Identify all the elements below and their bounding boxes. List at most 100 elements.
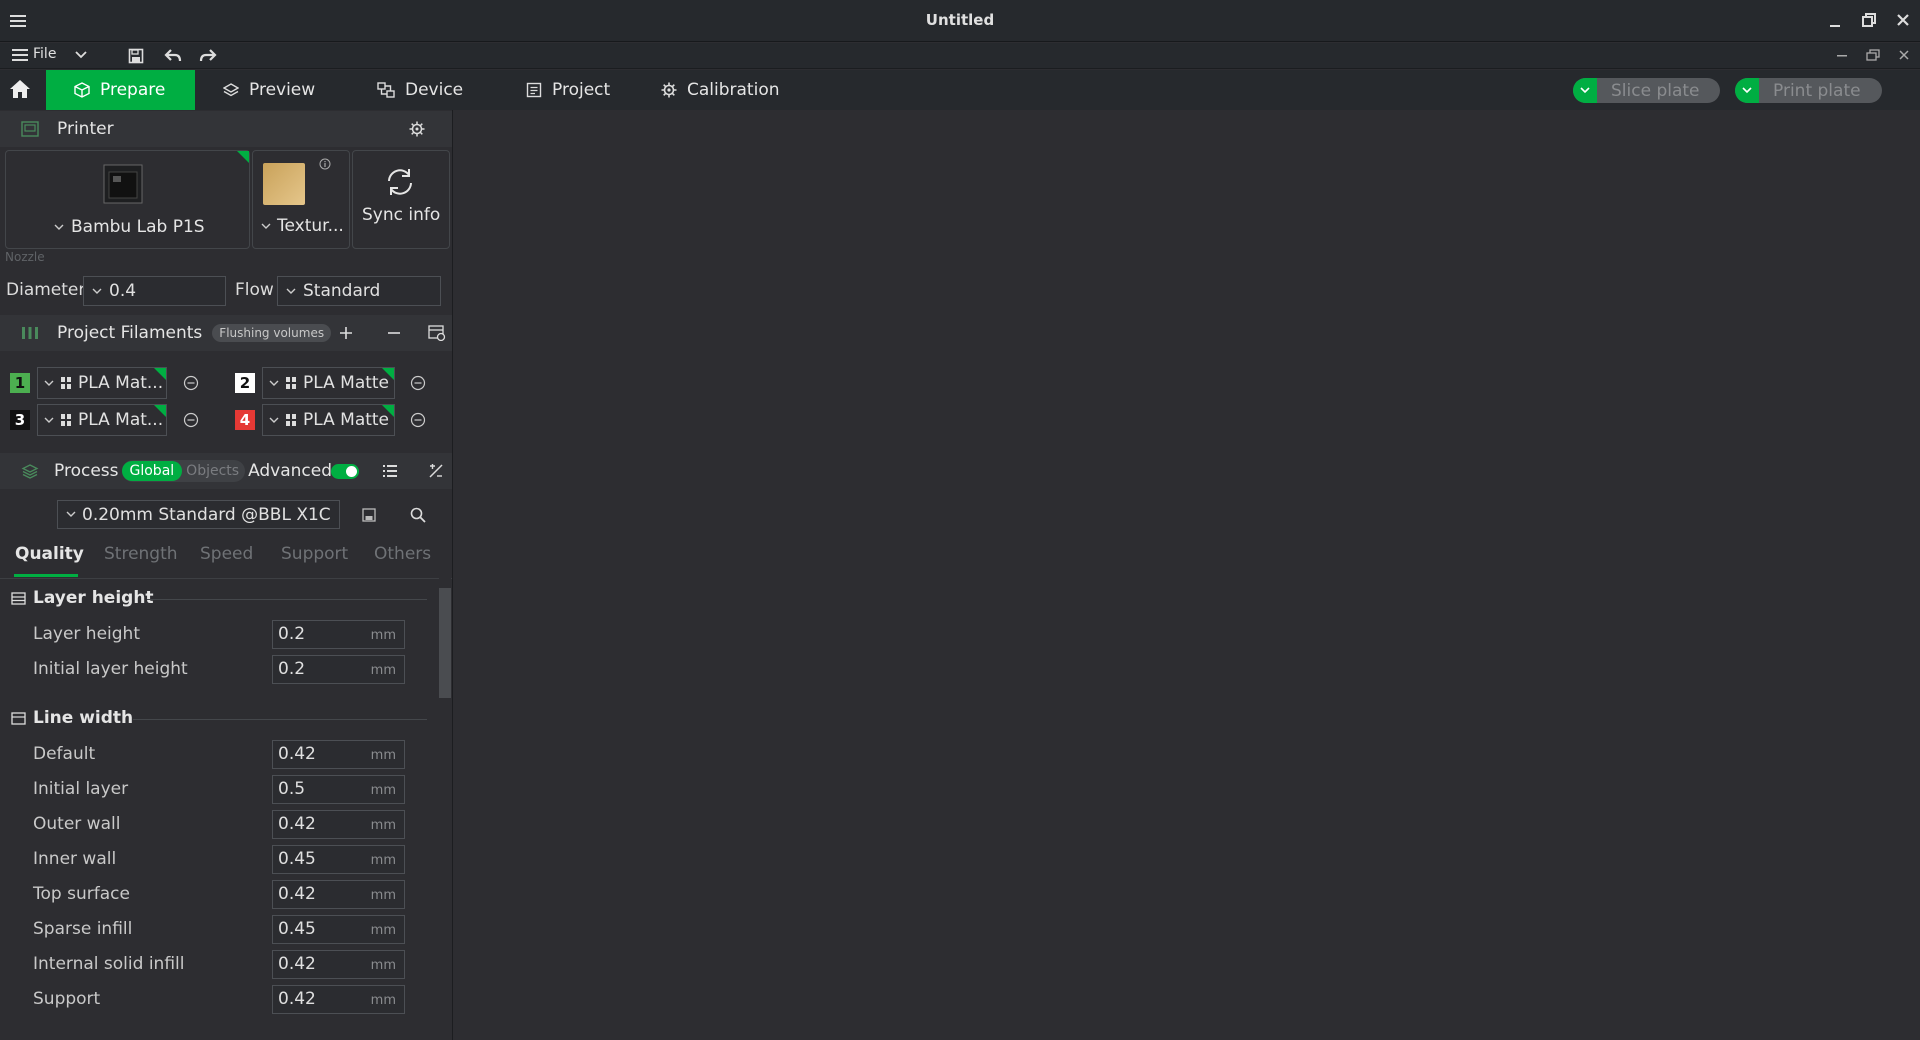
home-icon[interactable] bbox=[9, 79, 31, 99]
list-view-icon[interactable] bbox=[382, 464, 398, 478]
save-preset-icon[interactable] bbox=[362, 508, 376, 522]
global-objects-toggle[interactable]: Global Objects bbox=[121, 460, 246, 482]
doc-minimize-button[interactable] bbox=[1836, 49, 1848, 61]
setting-label: Inner wall bbox=[33, 849, 117, 869]
setting-label: Outer wall bbox=[33, 814, 121, 834]
subtab-speed[interactable]: Speed bbox=[200, 544, 253, 564]
setting-unit: mm bbox=[370, 748, 396, 763]
chevron-down-icon bbox=[44, 417, 54, 423]
filament-select-1[interactable]: PLA Mat... bbox=[37, 367, 167, 399]
sync-info-button[interactable]: Sync info bbox=[352, 150, 450, 249]
setting-unit: mm bbox=[370, 783, 396, 798]
filament-name: PLA Matte bbox=[303, 410, 390, 430]
sync-icon bbox=[388, 169, 412, 195]
subtab-quality[interactable]: Quality bbox=[15, 544, 84, 564]
device-icon bbox=[377, 82, 395, 98]
doc-close-button[interactable] bbox=[1898, 49, 1910, 61]
diameter-value: 0.4 bbox=[109, 281, 137, 301]
file-menu-label: File bbox=[33, 46, 57, 62]
initial-layer-height-input[interactable]: 0.2 mm bbox=[272, 655, 405, 684]
close-button[interactable] bbox=[1896, 13, 1910, 27]
diameter-select[interactable]: 0.4 bbox=[83, 276, 226, 306]
tab-device[interactable]: Device bbox=[357, 70, 483, 110]
process-subtabs: Quality Strength Speed Support Others bbox=[0, 544, 452, 579]
tab-project[interactable]: Project bbox=[506, 70, 630, 110]
line-width-support-input[interactable]: 0.42 mm bbox=[272, 985, 405, 1014]
compare-presets-icon[interactable] bbox=[428, 463, 444, 479]
subtab-support[interactable]: Support bbox=[281, 544, 348, 564]
objects-option[interactable]: Objects bbox=[182, 461, 245, 481]
plate-type-card[interactable]: Textur... bbox=[252, 150, 350, 249]
info-icon[interactable] bbox=[319, 158, 331, 170]
filament-options-icon[interactable] bbox=[410, 375, 426, 391]
chevron-down-icon[interactable] bbox=[75, 51, 87, 59]
print-plate-button[interactable]: Print plate bbox=[1735, 78, 1882, 103]
setting-unit: mm bbox=[370, 888, 396, 903]
tab-device-label: Device bbox=[405, 80, 464, 100]
bambu-filament-icon bbox=[61, 414, 71, 426]
flow-select[interactable]: Standard bbox=[277, 276, 441, 306]
setting-label: Layer height bbox=[33, 624, 140, 644]
tab-calibration[interactable]: Calibration bbox=[641, 70, 800, 110]
settings-sidebar: Printer Bambu Lab P1S Textur... Sync inf… bbox=[0, 110, 453, 1040]
build-plate-canvas[interactable] bbox=[454, 110, 1920, 1040]
flow-label: Flow bbox=[235, 280, 274, 300]
line-width-sparse-infill-input[interactable]: 0.45 mm bbox=[272, 915, 405, 944]
flushing-volumes-button[interactable]: Flushing volumes bbox=[212, 324, 332, 342]
subtab-strength[interactable]: Strength bbox=[104, 544, 178, 564]
doc-restore-button[interactable] bbox=[1866, 49, 1880, 61]
advanced-label: Advanced bbox=[248, 461, 333, 481]
process-section-title: Process bbox=[54, 461, 119, 481]
document-icon bbox=[526, 82, 542, 98]
settings-scrollbar[interactable] bbox=[439, 578, 451, 1040]
process-preset-select[interactable]: 0.20mm Standard @BBL X1C bbox=[57, 500, 340, 529]
restore-button[interactable] bbox=[1862, 13, 1876, 27]
add-filament-icon[interactable] bbox=[339, 326, 353, 340]
filament-options-icon[interactable] bbox=[410, 412, 426, 428]
line-width-inner-wall-input[interactable]: 0.45 mm bbox=[272, 845, 405, 874]
remove-filament-icon[interactable] bbox=[387, 326, 401, 340]
line-width-top-surface-input[interactable]: 0.42 mm bbox=[272, 880, 405, 909]
setting-value: 0.42 bbox=[278, 989, 316, 1009]
setting-label: Initial layer height bbox=[33, 659, 188, 679]
global-option[interactable]: Global bbox=[121, 461, 183, 481]
filament-select-4[interactable]: PLA Matte bbox=[262, 404, 395, 436]
process-section-header: Process Global Objects Advanced bbox=[0, 453, 452, 489]
filament-select-3[interactable]: PLA Mat... bbox=[37, 404, 167, 436]
slice-plate-button[interactable]: Slice plate bbox=[1573, 78, 1720, 103]
print-dropdown-chevron-icon[interactable] bbox=[1735, 78, 1759, 103]
line-width-icon bbox=[11, 711, 26, 725]
undo-icon[interactable] bbox=[164, 48, 182, 64]
diameter-label: Diameter bbox=[6, 280, 86, 300]
slice-dropdown-chevron-icon[interactable] bbox=[1573, 78, 1597, 103]
tab-prepare[interactable]: Prepare bbox=[46, 70, 195, 110]
minimize-button[interactable] bbox=[1828, 14, 1842, 28]
filament-options-icon[interactable] bbox=[183, 375, 199, 391]
search-icon[interactable] bbox=[410, 507, 426, 523]
tab-calibration-label: Calibration bbox=[687, 80, 780, 100]
tab-preview[interactable]: Preview bbox=[203, 70, 335, 110]
line-width-default-input[interactable]: 0.42 mm bbox=[272, 740, 405, 769]
line-width-outer-wall-input[interactable]: 0.42 mm bbox=[272, 810, 405, 839]
subtab-others[interactable]: Others bbox=[374, 544, 431, 564]
printer-thumbnail bbox=[103, 164, 143, 204]
redo-icon[interactable] bbox=[199, 48, 217, 64]
line-width-initial-layer-input[interactable]: 0.5 mm bbox=[272, 775, 405, 804]
printer-preset-card[interactable]: Bambu Lab P1S bbox=[5, 150, 250, 249]
scrollbar-thumb[interactable] bbox=[439, 588, 451, 698]
advanced-toggle[interactable] bbox=[331, 464, 359, 479]
save-icon[interactable] bbox=[128, 48, 144, 64]
layer-height-input[interactable]: 0.2 mm bbox=[272, 620, 405, 649]
printer-settings-gear-icon[interactable] bbox=[409, 121, 425, 137]
filament-synced-marker bbox=[382, 368, 394, 380]
chevron-down-icon bbox=[54, 224, 64, 230]
nozzle-label: Nozzle bbox=[5, 250, 45, 264]
filament-options-icon[interactable] bbox=[183, 412, 199, 428]
chevron-down-icon bbox=[261, 223, 271, 229]
setting-value: 0.45 bbox=[278, 919, 316, 939]
filament-settings-icon[interactable] bbox=[428, 325, 446, 341]
line-width-internal-solid-infill-input[interactable]: 0.42 mm bbox=[272, 950, 405, 979]
file-menu[interactable]: File bbox=[12, 46, 56, 62]
printer-name: Bambu Lab P1S bbox=[71, 217, 205, 237]
filament-select-2[interactable]: PLA Matte bbox=[262, 367, 395, 399]
